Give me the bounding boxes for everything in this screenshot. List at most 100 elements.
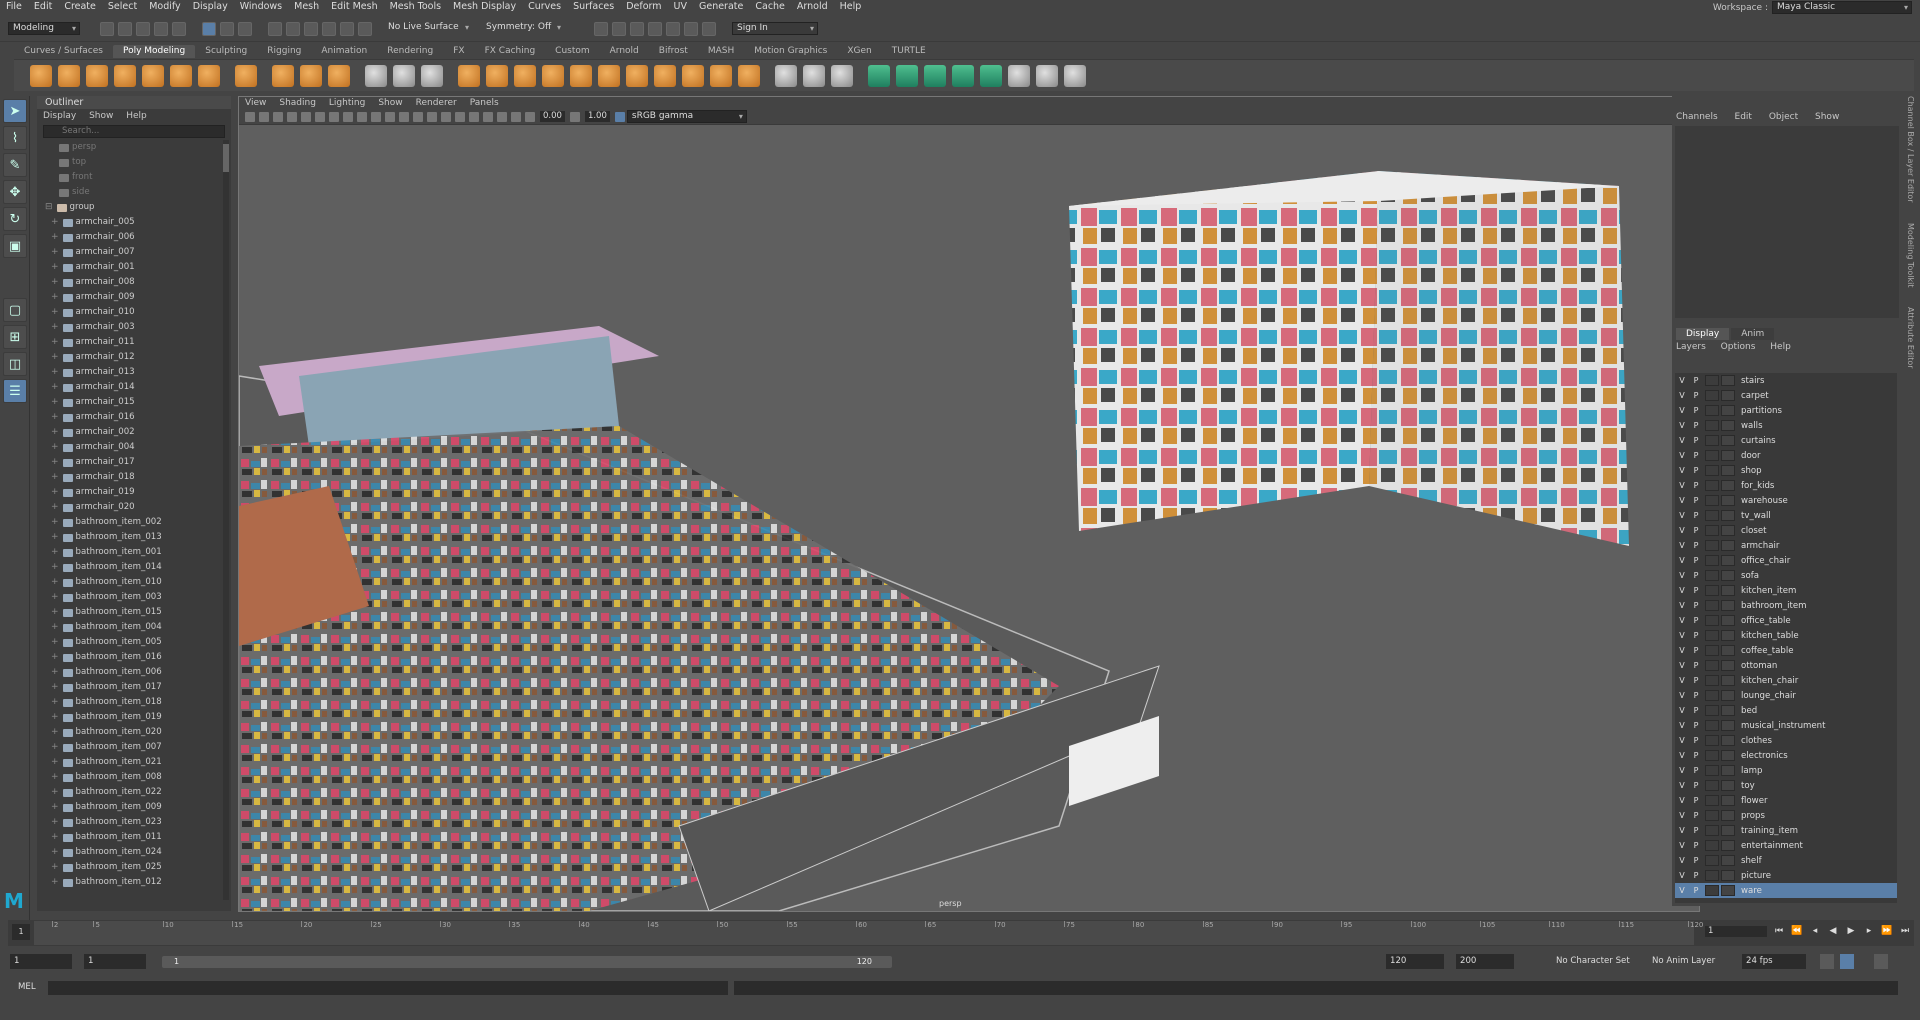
layer-playback-toggle[interactable]: P (1689, 436, 1703, 445)
undo-icon[interactable] (154, 21, 168, 36)
layer-playback-toggle[interactable]: P (1689, 766, 1703, 775)
boolean-icon[interactable] (486, 64, 508, 87)
layer-visibility-toggle[interactable]: V (1675, 676, 1689, 685)
expand-icon[interactable]: + (51, 245, 59, 260)
layer-visibility-toggle[interactable]: V (1675, 811, 1689, 820)
expand-icon[interactable]: + (51, 485, 59, 500)
expand-icon[interactable]: + (51, 695, 59, 710)
tab-attribute-editor[interactable]: Attribute Editor (1906, 307, 1915, 369)
outliner-item[interactable]: + bathroom_item_021 (37, 755, 223, 770)
layer-visibility-toggle[interactable]: V (1675, 436, 1689, 445)
poly-torus-icon[interactable] (142, 64, 164, 87)
bevel-icon[interactable] (598, 64, 620, 87)
layer-row[interactable]: V Pcoffee_table (1675, 643, 1897, 658)
expand-icon[interactable]: + (51, 440, 59, 455)
layer-color-swatch[interactable] (1705, 630, 1719, 641)
go-to-start-icon[interactable]: ⏮ (1772, 924, 1786, 938)
layer-display-type[interactable] (1721, 750, 1735, 761)
sweep-mesh-icon[interactable] (365, 64, 387, 87)
layer-visibility-toggle[interactable]: V (1675, 376, 1689, 385)
resolution-gate-icon[interactable] (329, 111, 339, 122)
shelf-tab-turtle[interactable]: TURTLE (882, 45, 936, 58)
exposure-icon[interactable] (525, 111, 535, 122)
outliner-item[interactable]: + bathroom_item_009 (37, 800, 223, 815)
layer-display-type[interactable] (1721, 780, 1735, 791)
shelf-tab-fx-caching[interactable]: FX Caching (475, 45, 546, 58)
select-object-icon[interactable] (220, 21, 234, 36)
shelf-tab-xgen[interactable]: XGen (837, 45, 881, 58)
layer-visibility-toggle[interactable]: V (1675, 766, 1689, 775)
poly-cylinder-icon[interactable] (86, 64, 108, 87)
layer-menu-options[interactable]: Options (1721, 342, 1756, 352)
layer-visibility-toggle[interactable]: V (1675, 886, 1689, 895)
outliner-item[interactable]: + armchair_015 (37, 395, 223, 410)
expand-icon[interactable]: + (51, 320, 59, 335)
expand-icon[interactable]: + (51, 215, 59, 230)
layer-color-swatch[interactable] (1705, 420, 1719, 431)
anim-layer-dropdown[interactable]: No Anim Layer (1648, 954, 1734, 969)
layer-color-swatch[interactable] (1705, 405, 1719, 416)
quad-draw-icon[interactable] (803, 64, 825, 87)
layer-playback-toggle[interactable]: P (1689, 661, 1703, 670)
layer-display-type[interactable] (1721, 510, 1735, 521)
animation-end-field[interactable]: 200 (1456, 954, 1514, 969)
outliner-item[interactable]: + bathroom_item_011 (37, 830, 223, 845)
character-set-dropdown[interactable]: No Character Set (1552, 954, 1638, 969)
layer-color-swatch[interactable] (1705, 390, 1719, 401)
multi-cut-icon[interactable] (738, 64, 760, 87)
layer-row[interactable]: V Pshop (1675, 463, 1897, 478)
layer-visibility-toggle[interactable]: V (1675, 421, 1689, 430)
layer-visibility-toggle[interactable]: V (1675, 781, 1689, 790)
select-camera-icon[interactable] (245, 111, 255, 122)
layer-visibility-toggle[interactable]: V (1675, 526, 1689, 535)
layer-display-type[interactable] (1721, 735, 1735, 746)
layer-playback-toggle[interactable]: P (1689, 541, 1703, 550)
camera-attributes-icon[interactable] (259, 111, 269, 122)
menu-modify[interactable]: Modify (143, 0, 186, 14)
layer-color-swatch[interactable] (1705, 675, 1719, 686)
outliner-item[interactable]: + bathroom_item_006 (37, 665, 223, 680)
layer-display-type[interactable] (1721, 870, 1735, 881)
layer-visibility-toggle[interactable]: V (1675, 496, 1689, 505)
playback-end-field[interactable]: 120 (1386, 954, 1444, 969)
tab-anim[interactable]: Anim (1731, 328, 1775, 340)
select-component-icon[interactable] (238, 21, 252, 36)
layer-row[interactable]: V Ppicture (1675, 868, 1897, 883)
viewport-menu-shading[interactable]: Shading (279, 98, 316, 108)
layer-visibility-toggle[interactable]: V (1675, 406, 1689, 415)
menu-mesh[interactable]: Mesh (288, 0, 325, 14)
uv-editor-icon[interactable] (980, 64, 1002, 87)
layer-display-type[interactable] (1721, 645, 1735, 656)
layer-row[interactable]: V Pelectronics (1675, 748, 1897, 763)
expand-icon[interactable]: + (51, 575, 59, 590)
mirror-icon[interactable] (514, 64, 536, 87)
expand-icon[interactable]: + (51, 605, 59, 620)
layer-playback-toggle[interactable]: P (1689, 616, 1703, 625)
lasso-tool-icon[interactable]: ⌇ (3, 126, 27, 150)
layer-row[interactable]: V Pcarpet (1675, 388, 1897, 403)
layer-visibility-toggle[interactable]: V (1675, 736, 1689, 745)
play-forward-icon[interactable]: ▶ (1844, 924, 1858, 938)
layer-color-swatch[interactable] (1705, 720, 1719, 731)
layer-playback-toggle[interactable]: P (1689, 706, 1703, 715)
layer-row[interactable]: V Parmchair (1675, 538, 1897, 553)
layer-color-swatch[interactable] (1705, 450, 1719, 461)
outliner-item[interactable]: + armchair_005 (37, 215, 223, 230)
layer-visibility-toggle[interactable]: V (1675, 646, 1689, 655)
collapse-icon[interactable]: ⊟ (45, 200, 53, 215)
outliner-item[interactable]: + bathroom_item_002 (37, 515, 223, 530)
layer-color-swatch[interactable] (1705, 435, 1719, 446)
layer-playback-toggle[interactable]: P (1689, 856, 1703, 865)
outliner-layout-icon[interactable]: ☰ (3, 379, 27, 403)
layer-playback-toggle[interactable]: P (1689, 481, 1703, 490)
expand-icon[interactable]: + (51, 455, 59, 470)
safe-action-icon[interactable] (371, 111, 381, 122)
layer-display-type[interactable] (1721, 840, 1735, 851)
move-tool-icon[interactable]: ✥ (3, 180, 27, 204)
layer-row[interactable]: V Pkitchen_item (1675, 583, 1897, 598)
menu-display[interactable]: Display (187, 0, 234, 14)
outliner-item[interactable]: + armchair_011 (37, 335, 223, 350)
layer-display-type[interactable] (1721, 480, 1735, 491)
checker-icon[interactable] (1008, 64, 1030, 87)
layer-list[interactable]: V Pstairs V Pcarpet V Ppartitions V Pwalls V Pcur… (1675, 373, 1897, 903)
